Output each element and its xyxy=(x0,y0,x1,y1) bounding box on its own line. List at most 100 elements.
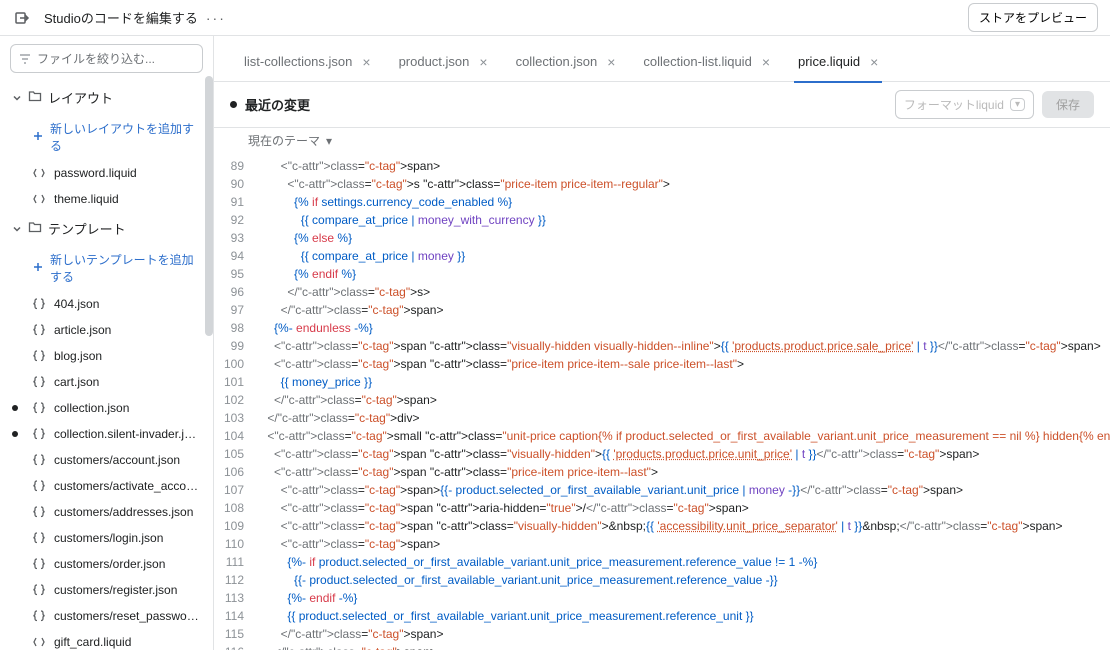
line-number: 99 xyxy=(214,337,254,355)
file-item[interactable]: customers/order.json xyxy=(0,551,213,577)
close-icon[interactable]: × xyxy=(762,54,770,70)
line-number: 98 xyxy=(214,319,254,337)
code-line[interactable]: 93 {% else %} xyxy=(214,229,1110,247)
file-item[interactable]: collection.silent-invader.json xyxy=(0,421,213,447)
back-button[interactable] xyxy=(12,8,32,28)
code-line[interactable]: 103 </"c-attr">class="c-tag">div> xyxy=(214,409,1110,427)
close-icon[interactable]: × xyxy=(870,54,878,70)
save-button[interactable]: 保存 xyxy=(1042,91,1094,118)
file-name: customers/login.json xyxy=(54,531,163,545)
line-content: {% endif %} xyxy=(254,265,1110,283)
file-item[interactable]: blog.json xyxy=(0,343,213,369)
line-content: <"c-attr">class="c-tag">span "c-attr">ar… xyxy=(254,499,1110,517)
code-line[interactable]: 106 <"c-attr">class="c-tag">span "c-attr… xyxy=(214,463,1110,481)
editor-tab[interactable]: price.liquid× xyxy=(784,42,892,82)
code-icon xyxy=(32,192,46,206)
close-icon[interactable]: × xyxy=(362,54,370,70)
file-item[interactable]: 404.json xyxy=(0,291,213,317)
code-line[interactable]: 109 <"c-attr">class="c-tag">span "c-attr… xyxy=(214,517,1110,535)
line-number: 96 xyxy=(214,283,254,301)
code-line[interactable]: 115 </"c-attr">class="c-tag">span> xyxy=(214,625,1110,643)
line-content: {% if settings.currency_code_enabled %} xyxy=(254,193,1110,211)
file-item[interactable]: customers/activate_account.json xyxy=(0,473,213,499)
editor-tab[interactable]: product.json× xyxy=(385,42,502,82)
file-item[interactable]: customers/addresses.json xyxy=(0,499,213,525)
tab-label: list-collections.json xyxy=(244,54,352,69)
code-line[interactable]: 90 <"c-attr">class="c-tag">s "c-attr">cl… xyxy=(214,175,1110,193)
section-header[interactable]: レイアウト xyxy=(0,81,213,114)
braces-icon xyxy=(32,479,46,493)
file-item[interactable]: theme.liquid xyxy=(0,186,213,212)
code-line[interactable]: 102 </"c-attr">class="c-tag">span> xyxy=(214,391,1110,409)
line-content: <"c-attr">class="c-tag">span "c-attr">cl… xyxy=(254,337,1110,355)
code-line[interactable]: 101 {{ money_price }} xyxy=(214,373,1110,391)
code-line[interactable]: 94 {{ compare_at_price | money }} xyxy=(214,247,1110,265)
line-number: 100 xyxy=(214,355,254,373)
line-number: 93 xyxy=(214,229,254,247)
code-line[interactable]: 107 <"c-attr">class="c-tag">span>{{- pro… xyxy=(214,481,1110,499)
code-line[interactable]: 104 <"c-attr">class="c-tag">small "c-att… xyxy=(214,427,1110,445)
code-line[interactable]: 116 </"c-attr">class="c-tag">span> xyxy=(214,643,1110,650)
code-line[interactable]: 105 <"c-attr">class="c-tag">span "c-attr… xyxy=(214,445,1110,463)
code-line[interactable]: 100 <"c-attr">class="c-tag">span "c-attr… xyxy=(214,355,1110,373)
file-item[interactable]: customers/login.json xyxy=(0,525,213,551)
format-liquid-button[interactable]: フォーマットliquid ▾ xyxy=(895,90,1034,119)
add-file-link[interactable]: 新しいレイアウトを追加する xyxy=(0,114,213,160)
code-line[interactable]: 113 {%- endif -%} xyxy=(214,589,1110,607)
file-item[interactable]: gift_card.liquid xyxy=(0,629,213,650)
close-icon[interactable]: × xyxy=(607,54,615,70)
tab-label: collection.json xyxy=(516,54,598,69)
sidebar-scrollbar[interactable] xyxy=(205,76,213,336)
code-line[interactable]: 89 <"c-attr">class="c-tag">span> xyxy=(214,157,1110,175)
file-item[interactable]: article.json xyxy=(0,317,213,343)
line-content: {%- endif -%} xyxy=(254,589,1110,607)
code-line[interactable]: 110 <"c-attr">class="c-tag">span> xyxy=(214,535,1110,553)
code-line[interactable]: 108 <"c-attr">class="c-tag">span "c-attr… xyxy=(214,499,1110,517)
code-editor[interactable]: 89 <"c-attr">class="c-tag">span>90 <"c-a… xyxy=(214,157,1110,650)
editor-tab[interactable]: collection.json × xyxy=(502,42,630,82)
code-line[interactable]: 111 {%- if product.selected_or_first_ava… xyxy=(214,553,1110,571)
close-icon[interactable]: × xyxy=(479,54,487,70)
code-line[interactable]: 91 {% if settings.currency_code_enabled … xyxy=(214,193,1110,211)
code-line[interactable]: 96 </"c-attr">class="c-tag">s> xyxy=(214,283,1110,301)
file-item[interactable]: customers/reset_password.json xyxy=(0,603,213,629)
code-line[interactable]: 114 {{ product.selected_or_first_availab… xyxy=(214,607,1110,625)
line-content: {%- endunless -%} xyxy=(254,319,1110,337)
add-file-link[interactable]: 新しいテンプレートを追加する xyxy=(0,245,213,291)
file-item[interactable]: password.liquid xyxy=(0,160,213,186)
line-content: </"c-attr">class="c-tag">s> xyxy=(254,283,1110,301)
braces-icon xyxy=(32,609,46,623)
line-content: <"c-attr">class="c-tag">small "c-attr">c… xyxy=(254,427,1110,445)
file-item[interactable]: customers/account.json xyxy=(0,447,213,473)
line-content: <"c-attr">class="c-tag">span>{{- product… xyxy=(254,481,1110,499)
code-icon xyxy=(32,166,46,180)
more-menu[interactable]: ··· xyxy=(206,10,226,26)
line-content: {{ money_price }} xyxy=(254,373,1110,391)
filter-input[interactable]: ファイルを絞り込む... xyxy=(10,44,203,73)
code-line[interactable]: 98 {%- endunless -%} xyxy=(214,319,1110,337)
file-name: customers/register.json xyxy=(54,583,177,597)
file-name: collection.silent-invader.json xyxy=(54,427,201,441)
file-name: gift_card.liquid xyxy=(54,635,131,649)
unsaved-dot-icon xyxy=(230,101,237,108)
code-line[interactable]: 112 {{- product.selected_or_first_availa… xyxy=(214,571,1110,589)
line-content: {% else %} xyxy=(254,229,1110,247)
tab-bar: list-collections.json×product.json×colle… xyxy=(214,42,1110,82)
code-line[interactable]: 92 {{ compare_at_price | money_with_curr… xyxy=(214,211,1110,229)
file-item[interactable]: cart.json xyxy=(0,369,213,395)
file-item[interactable]: collection.json xyxy=(0,395,213,421)
braces-icon xyxy=(32,531,46,545)
code-line[interactable]: 97 </"c-attr">class="c-tag">span> xyxy=(214,301,1110,319)
line-content: <"c-attr">class="c-tag">span "c-attr">cl… xyxy=(254,445,1110,463)
line-content: </"c-attr">class="c-tag">span> xyxy=(254,643,1110,650)
code-line[interactable]: 95 {% endif %} xyxy=(214,265,1110,283)
braces-icon xyxy=(32,401,46,415)
editor-tab[interactable]: list-collections.json × xyxy=(230,42,385,82)
section-header[interactable]: テンプレート xyxy=(0,212,213,245)
editor-tab[interactable]: collection-list.liquid× xyxy=(629,42,784,82)
preview-store-button[interactable]: ストアをプレビュー xyxy=(968,3,1098,32)
chevron-down-icon: ▾ xyxy=(326,134,332,148)
theme-selector[interactable]: 現在のテーマ ▾ xyxy=(214,128,1110,157)
code-line[interactable]: 99 <"c-attr">class="c-tag">span "c-attr"… xyxy=(214,337,1110,355)
file-item[interactable]: customers/register.json xyxy=(0,577,213,603)
